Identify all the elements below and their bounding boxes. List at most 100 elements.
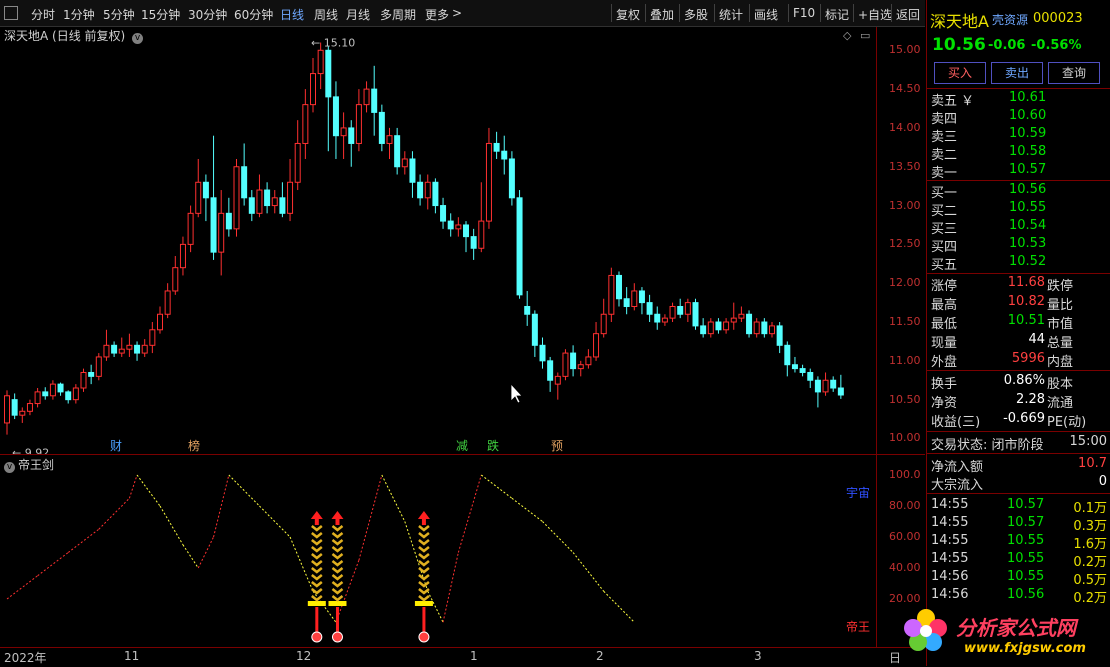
- indicator-pane[interactable]: v 帝王剑 100.0 80.00 60.00 40.00 20.00 宇宙 帝王: [0, 455, 925, 647]
- candle: [72, 384, 79, 404]
- bid-price: 10.54: [1009, 218, 1047, 233]
- candlestick-svg: ← 15.10 ← 9.92: [4, 37, 844, 454]
- candle: [593, 322, 600, 361]
- candle: [126, 333, 133, 357]
- candle: [218, 190, 225, 276]
- sell-button[interactable]: 卖出: [991, 62, 1043, 84]
- tick-row[interactable]: 14:56 10.56 0.2万: [931, 587, 1109, 606]
- event-marker[interactable]: 预: [551, 437, 563, 454]
- kline-chart-area[interactable]: 深天地A (日线 前复权) v ◇ ▭ ← 15.10 ← 9.92 15.00 1…: [0, 27, 925, 454]
- tick-volume: 0.3万: [1073, 519, 1107, 534]
- candle: [432, 178, 439, 214]
- candle: [348, 120, 355, 167]
- event-marker[interactable]: 减: [456, 437, 468, 454]
- stat-value: 44: [1028, 332, 1045, 347]
- period-tab[interactable]: 月线: [346, 6, 370, 23]
- watermark-url: www.fxjgsw.com: [964, 641, 1086, 656]
- candle: [455, 217, 462, 237]
- period-tab[interactable]: 30分钟: [188, 6, 227, 23]
- event-marker[interactable]: 榜: [188, 437, 200, 454]
- dmj-line-segment: [511, 497, 543, 522]
- stat-right-label: 跌停: [1047, 279, 1074, 294]
- tick-row[interactable]: 14:56 10.55 0.5万: [931, 569, 1109, 588]
- tick-row[interactable]: 14:55 10.55 1.6万: [931, 533, 1109, 552]
- tool-button[interactable]: 统计: [719, 6, 743, 23]
- event-marker[interactable]: 跌: [487, 437, 499, 454]
- ask-row[interactable]: 卖五 ￥ 10.61: [931, 90, 1109, 109]
- ask-row[interactable]: 卖二 10.58: [931, 144, 1109, 163]
- tool-button[interactable]: F10: [793, 6, 815, 20]
- chevron-right-icon[interactable]: >: [452, 6, 462, 20]
- bid-row[interactable]: 买四 10.53: [931, 236, 1109, 255]
- sword-signal[interactable]: [414, 511, 433, 643]
- candle: [631, 283, 638, 311]
- tool-button[interactable]: 多股: [684, 6, 708, 23]
- candle: [294, 120, 301, 191]
- ask-row[interactable]: 卖四 10.60: [931, 108, 1109, 127]
- bid-row[interactable]: 买五 10.52: [931, 254, 1109, 273]
- period-tab[interactable]: 1分钟: [63, 6, 95, 23]
- event-marker[interactable]: 财: [110, 437, 122, 454]
- mouse-cursor-icon: [510, 382, 523, 404]
- bid-row[interactable]: 买一 10.56: [931, 182, 1109, 201]
- toolbar-divider: [645, 4, 646, 22]
- period-tab[interactable]: 5分钟: [103, 6, 135, 23]
- sword-signal[interactable]: [307, 511, 326, 643]
- period-tab[interactable]: 60分钟: [234, 6, 273, 23]
- ask-row[interactable]: 卖一 10.57: [931, 162, 1109, 181]
- tick-time: 14:55: [931, 551, 969, 566]
- dmj-line-segment: [442, 552, 459, 623]
- bid-price: 10.56: [1009, 182, 1047, 197]
- candle: [111, 341, 118, 357]
- tick-row[interactable]: 14:55 10.57 0.1万: [931, 497, 1109, 516]
- period-tab[interactable]: 分时: [31, 6, 55, 23]
- date-label: 2022年: [4, 651, 47, 665]
- candle: [11, 393, 18, 420]
- period-tab[interactable]: 周线: [314, 6, 338, 23]
- bid-row[interactable]: 买二 10.55: [931, 200, 1109, 219]
- tool-button[interactable]: 画线: [754, 6, 778, 23]
- candle: [761, 318, 768, 338]
- price-tick-label: 13.00: [889, 198, 921, 212]
- buy-button[interactable]: 买入: [934, 62, 986, 84]
- period-tab[interactable]: 更多: [425, 6, 449, 23]
- period-tab[interactable]: 15分钟: [141, 6, 180, 23]
- period-tab[interactable]: 日线: [280, 6, 304, 23]
- tool-button[interactable]: +自选: [858, 6, 892, 23]
- toolbar-divider: [788, 4, 789, 22]
- bid-price: 10.52: [1009, 254, 1047, 269]
- dmj-line-segment: [603, 590, 635, 623]
- sword-signal[interactable]: [328, 511, 347, 643]
- currency-icon: ￥: [961, 94, 975, 109]
- tool-button[interactable]: 复权: [616, 6, 640, 23]
- candle: [723, 318, 730, 334]
- candle: [700, 318, 707, 338]
- toolbar-divider: [891, 4, 892, 22]
- tick-time: 14:55: [931, 515, 969, 530]
- tick-row[interactable]: 14:55 10.57 0.3万: [931, 515, 1109, 534]
- ask-label: 卖二: [931, 148, 958, 163]
- candle: [440, 197, 447, 229]
- ask-row[interactable]: 卖三 10.59: [931, 126, 1109, 145]
- candle: [271, 190, 278, 214]
- bid-row[interactable]: 买三 10.54: [931, 218, 1109, 237]
- candle: [485, 127, 492, 229]
- candle: [776, 322, 783, 354]
- period-tab[interactable]: 多周期: [380, 6, 416, 23]
- tick-row[interactable]: 14:55 10.55 0.2万: [931, 551, 1109, 570]
- query-button[interactable]: 查询: [1048, 62, 1100, 84]
- tool-button[interactable]: 标记: [825, 6, 849, 23]
- date-label: 1: [470, 649, 478, 663]
- candle: [447, 213, 454, 237]
- candle: [516, 190, 523, 299]
- dmj-line-segment: [572, 552, 605, 592]
- tool-button[interactable]: 返回: [896, 6, 920, 23]
- candle: [302, 89, 309, 159]
- candle: [769, 322, 775, 338]
- low-price-label: ← 9.92: [12, 447, 49, 454]
- candle: [287, 158, 294, 222]
- candle: [363, 81, 370, 113]
- fundamental-right-label: PE(动): [1047, 415, 1087, 430]
- window-menu-icon[interactable]: [4, 6, 18, 20]
- tool-button[interactable]: 叠加: [650, 6, 674, 23]
